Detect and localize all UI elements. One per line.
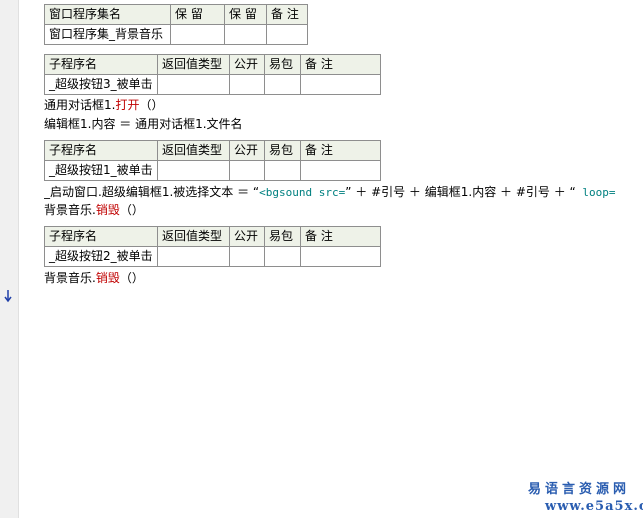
table-row[interactable]: _超级按钮3_被单击: [44, 74, 381, 95]
table-row[interactable]: 窗口程序集_背景音乐: [44, 24, 308, 45]
header-cell: 易包: [264, 226, 301, 247]
header-cell: 子程序名: [44, 54, 158, 75]
header-cell: 保 留: [224, 4, 267, 25]
code-line[interactable]: 背景音乐.销毁（）: [44, 270, 144, 286]
code-string: <bgsound src=: [259, 186, 346, 199]
table-cell[interactable]: [157, 74, 230, 95]
subroutine-table: 子程序名 返回值类型 公开 易包 备 注 _超级按钮3_被单击: [44, 54, 381, 95]
table-cell[interactable]: [264, 74, 301, 95]
table-cell[interactable]: [229, 246, 265, 267]
header-cell: 子程序名: [44, 140, 158, 161]
table-cell[interactable]: [266, 24, 308, 45]
table-cell[interactable]: [224, 24, 267, 45]
header-cell: 公开: [229, 140, 265, 161]
code-string: loop=: [575, 186, 616, 199]
assembly-table: 窗口程序集名 保 留 保 留 备 注 窗口程序集_背景音乐: [44, 4, 308, 45]
header-cell: 窗口程序集名: [44, 4, 171, 25]
table-cell[interactable]: [264, 160, 301, 181]
table-cell[interactable]: [300, 74, 381, 95]
table-cell[interactable]: [229, 74, 265, 95]
code-args: （）: [119, 271, 144, 285]
down-arrow-icon: [4, 290, 12, 303]
table-cell[interactable]: [264, 246, 301, 267]
header-cell: 返回值类型: [157, 140, 230, 161]
table-header-row: 子程序名 返回值类型 公开 易包 备 注: [44, 54, 381, 75]
table-cell[interactable]: [157, 160, 230, 181]
assembly-name-cell[interactable]: 窗口程序集_背景音乐: [44, 24, 171, 45]
code-statement: 编辑框1.内容 ＝ 通用对话框1.文件名: [44, 117, 243, 131]
subroutine-name-cell[interactable]: _超级按钮2_被单击: [44, 246, 158, 267]
table-cell[interactable]: [300, 160, 381, 181]
header-cell: 子程序名: [44, 226, 158, 247]
watermark-logo-text: 易语言资源网: [528, 482, 631, 497]
table-cell[interactable]: [300, 246, 381, 267]
header-cell: 备 注: [300, 226, 381, 247]
header-cell: 备 注: [300, 54, 381, 75]
code-method: 打开: [115, 98, 140, 112]
code-statement: _启动窗口.超级编辑框1.被选择文本 ＝ “: [44, 185, 260, 199]
table-cell[interactable]: [229, 160, 265, 181]
code-method: 销毁: [95, 271, 120, 285]
header-cell: 易包: [264, 54, 301, 75]
code-statement: ” ＋ #引号 ＋ 编辑框1.内容 ＋ #引号 ＋ “: [345, 185, 576, 199]
header-cell: 备 注: [300, 140, 381, 161]
code-args: （）: [139, 98, 164, 112]
code-object: 背景音乐.: [44, 271, 96, 285]
header-cell: 保 留: [170, 4, 225, 25]
table-cell[interactable]: [157, 246, 230, 267]
header-cell: 返回值类型: [157, 226, 230, 247]
table-header-row: 窗口程序集名 保 留 保 留 备 注: [44, 4, 308, 25]
table-header-row: 子程序名 返回值类型 公开 易包 备 注: [44, 226, 381, 247]
watermark-url: www.e5a5x.com: [545, 499, 643, 514]
header-cell: 公开: [229, 54, 265, 75]
code-object: 背景音乐.: [44, 203, 96, 217]
code-method: 销毁: [95, 203, 120, 217]
table-header-row: 子程序名 返回值类型 公开 易包 备 注: [44, 140, 381, 161]
subroutine-name-cell[interactable]: _超级按钮3_被单击: [44, 74, 158, 95]
header-cell: 公开: [229, 226, 265, 247]
editor-gutter: [0, 0, 19, 518]
subroutine-table: 子程序名 返回值类型 公开 易包 备 注 _超级按钮2_被单击: [44, 226, 381, 267]
header-cell: 备 注: [266, 4, 308, 25]
table-cell[interactable]: [170, 24, 225, 45]
header-cell: 易包: [264, 140, 301, 161]
code-line[interactable]: 通用对话框1.打开（）: [44, 97, 163, 113]
subroutine-table: 子程序名 返回值类型 公开 易包 备 注 _超级按钮1_被单击: [44, 140, 381, 181]
header-cell: 返回值类型: [157, 54, 230, 75]
code-object: 通用对话框1.: [44, 98, 116, 112]
code-args: （）: [119, 203, 144, 217]
subroutine-name-cell[interactable]: _超级按钮1_被单击: [44, 160, 158, 181]
code-line[interactable]: 编辑框1.内容 ＝ 通用对话框1.文件名: [44, 116, 243, 132]
table-row[interactable]: _超级按钮1_被单击: [44, 160, 381, 181]
table-row[interactable]: _超级按钮2_被单击: [44, 246, 381, 267]
code-line[interactable]: 背景音乐.销毁（）: [44, 202, 144, 218]
code-line[interactable]: _启动窗口.超级编辑框1.被选择文本 ＝ “<bgsound src=” ＋ #…: [44, 184, 643, 201]
